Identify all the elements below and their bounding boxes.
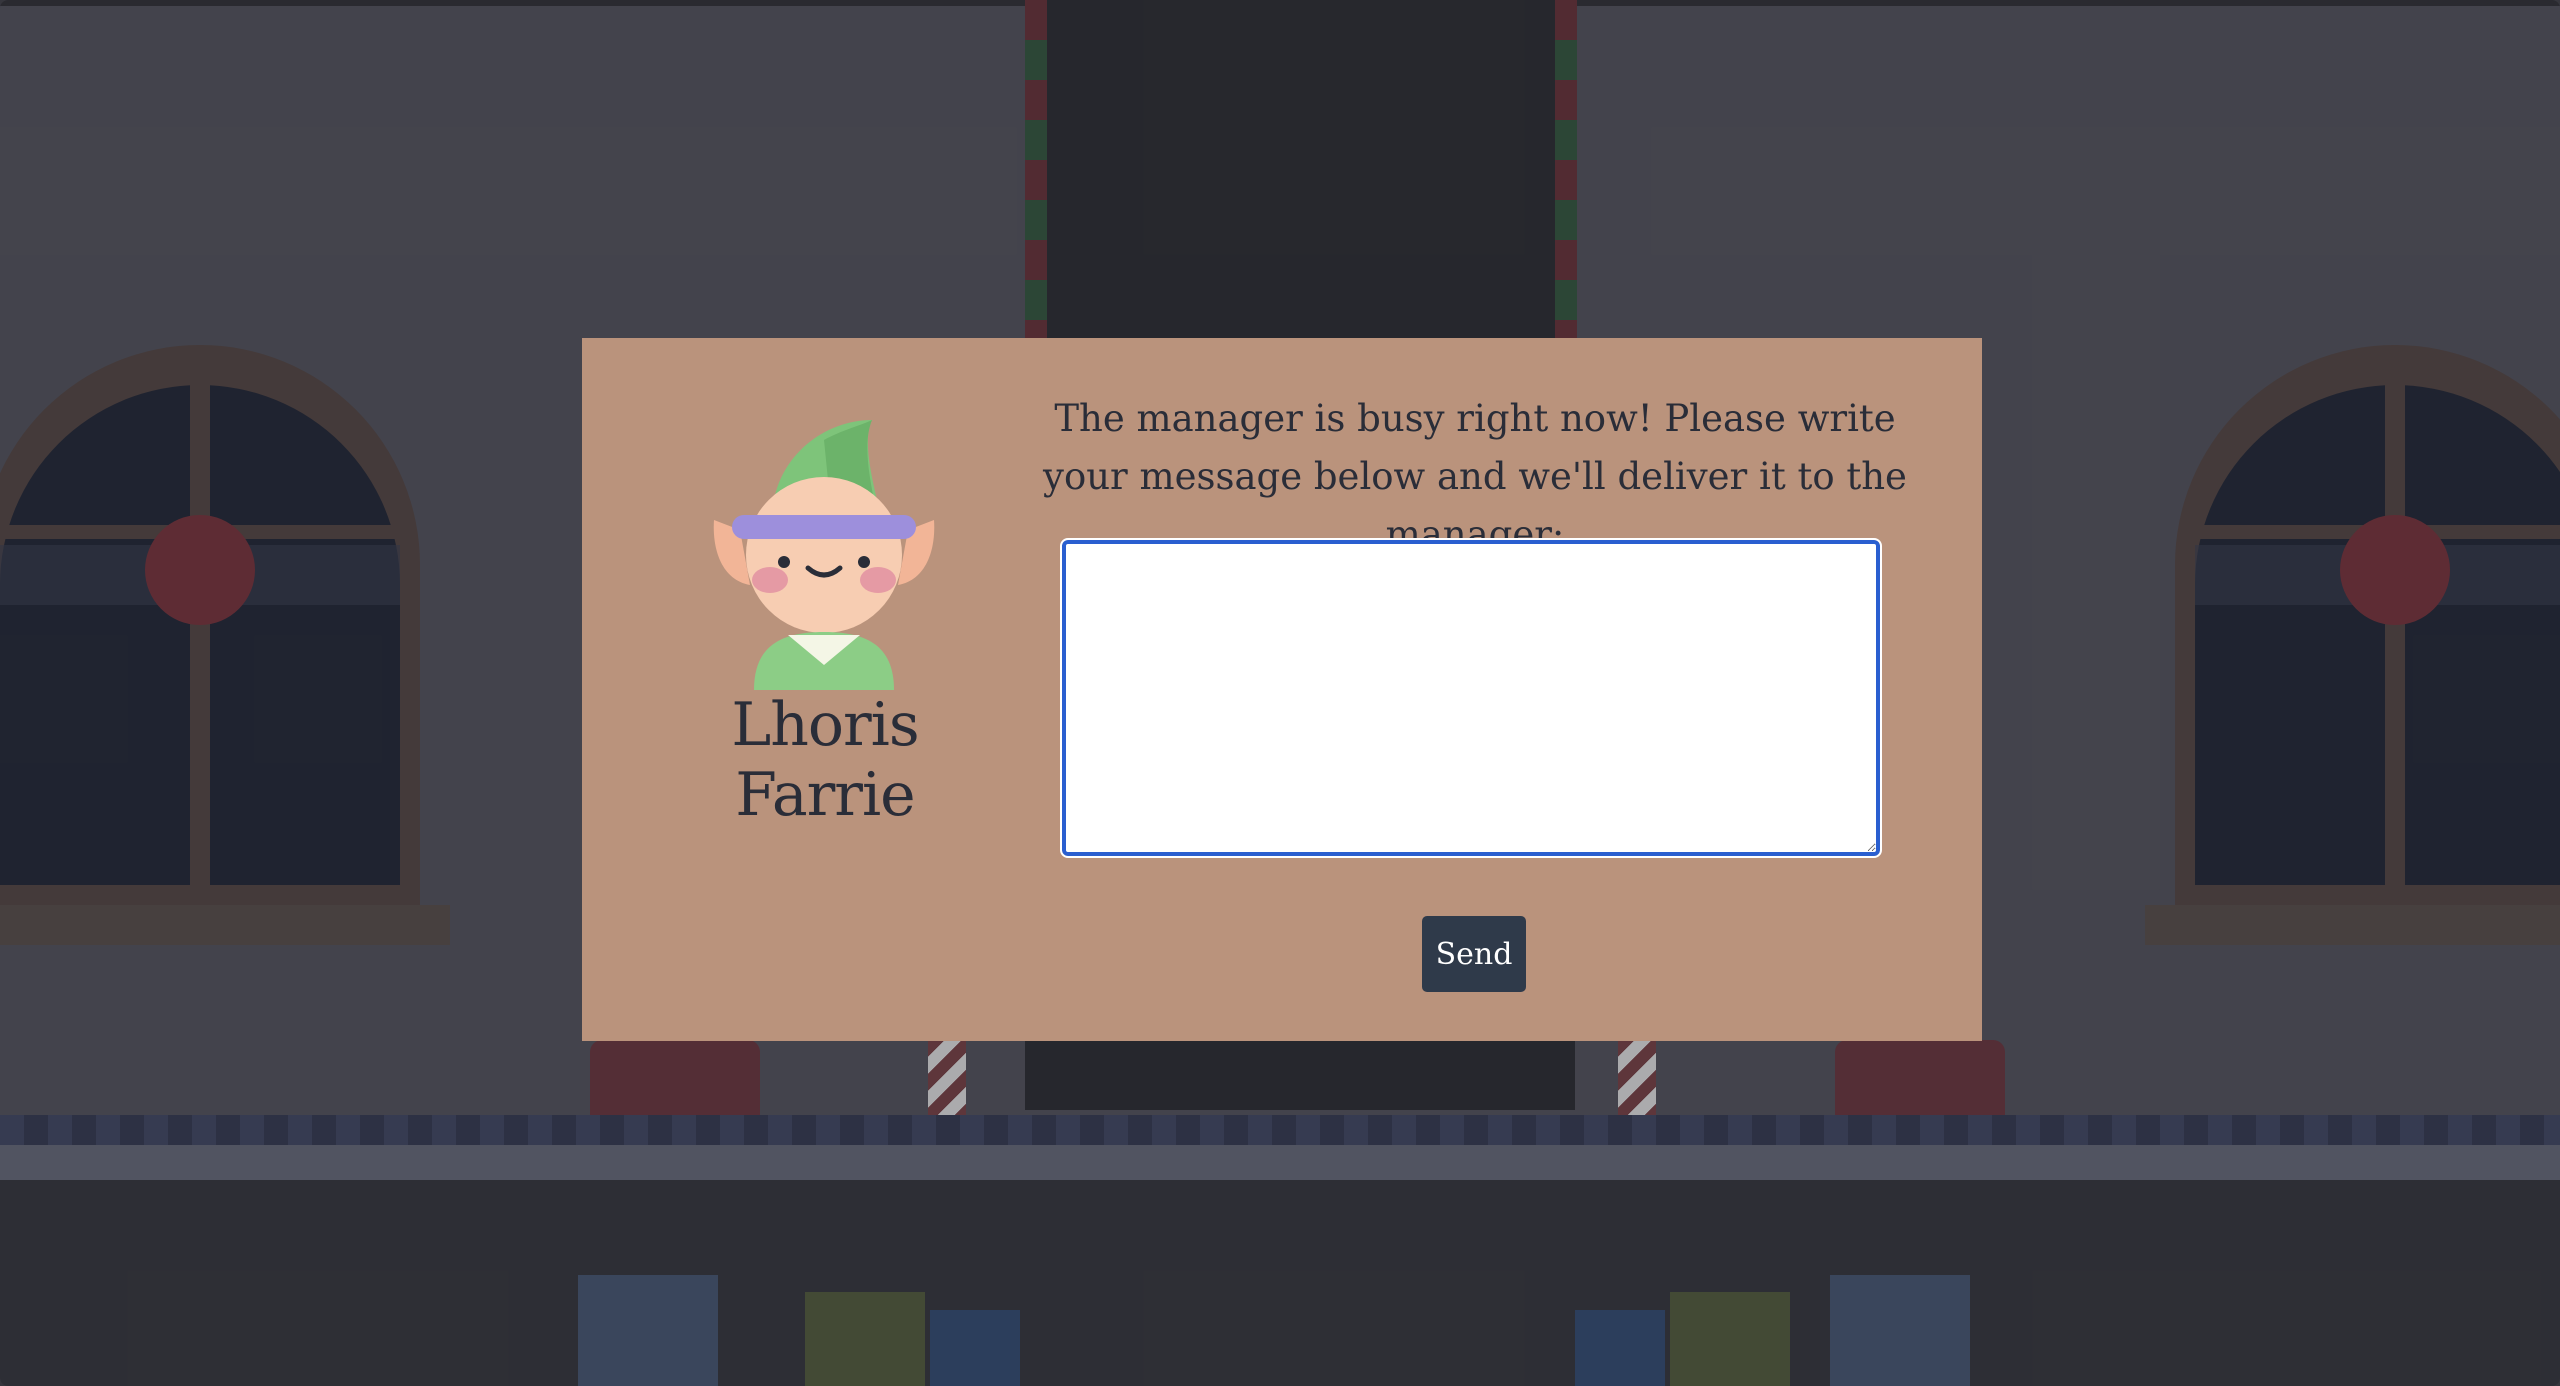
send-button[interactable]: Send bbox=[1422, 916, 1526, 992]
elf-name: Lhoris Farrie bbox=[731, 690, 919, 830]
dialog-message: The manager is busy right now! Please wr… bbox=[1043, 397, 1907, 556]
elf-avatar-icon bbox=[713, 420, 935, 690]
message-textarea[interactable] bbox=[1060, 538, 1882, 858]
